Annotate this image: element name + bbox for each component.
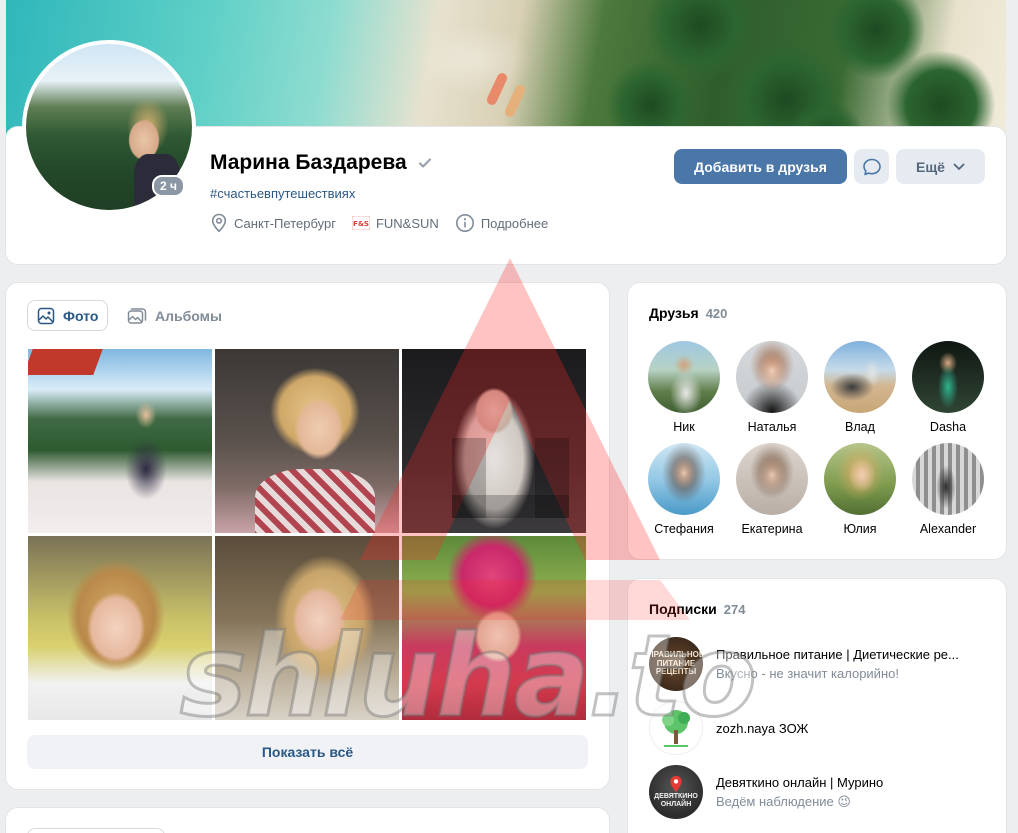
avatar — [912, 443, 984, 515]
photo-thumbnail[interactable] — [215, 349, 399, 533]
community-avatar: ПРАВИЛЬНОЕ ПИТАНИЕ РЕЦЕПТЫ — [649, 637, 703, 691]
community-logo-text: ПРАВИЛЬНОЕ ПИТАНИЕ РЕЦЕПТЫ — [649, 649, 703, 677]
profile-status[interactable]: #счастьевпутешествиях — [210, 186, 355, 201]
photo-grid — [28, 349, 587, 720]
more-info-label: Подробнее — [480, 215, 549, 231]
community-avatar — [649, 701, 703, 755]
info-workplace[interactable]: F&S FUN&SUN — [351, 215, 439, 231]
friends-title: Друзья — [649, 305, 699, 321]
photo-thumbnail[interactable] — [402, 536, 586, 720]
add-friend-button[interactable]: Добавить в друзья — [674, 149, 847, 184]
info-icon — [455, 214, 474, 232]
photo-thumbnail[interactable] — [28, 536, 212, 720]
albums-icon — [127, 307, 147, 324]
friend-item[interactable]: Екатерина — [728, 443, 816, 536]
show-all-photos-button[interactable]: Показать всё — [27, 735, 588, 769]
photos-card: Фото Альбомы Показать всё — [6, 283, 609, 789]
friends-card: Друзья 420 Ник Наталья Влад Dasha Стефан… — [628, 283, 1006, 559]
avatar — [736, 341, 808, 413]
message-bubble-icon — [862, 158, 881, 175]
photo-thumbnail[interactable] — [402, 349, 586, 533]
avatar — [736, 443, 808, 515]
friends-count: 420 — [705, 306, 728, 321]
company-logo-icon: F&S — [351, 216, 370, 230]
subscriptions-count: 274 — [723, 602, 746, 617]
subscription-item[interactable]: ПРАВИЛЬНОЕ ПИТАНИЕ РЕЦЕПТЫ Правильное пи… — [649, 637, 989, 691]
profile-info-row: Санкт-Петербург F&S FUN&SUN Подробнее — [210, 213, 548, 233]
subscription-name: Девяткино онлайн | Мурино — [716, 774, 884, 790]
more-button[interactable]: Ещё — [896, 149, 985, 184]
photo-thumbnail[interactable] — [28, 349, 212, 533]
subscription-item[interactable]: zozh.naya ЗОЖ — [649, 701, 989, 755]
photo-icon — [37, 307, 55, 324]
info-city[interactable]: Санкт-Петербург — [210, 213, 336, 233]
subscription-item[interactable]: ДЕВЯТКИНО ОНЛАЙН Девяткино онлайн | Мури… — [649, 765, 989, 819]
friend-item[interactable]: Alexander — [904, 443, 992, 536]
friend-item[interactable]: Стефания — [640, 443, 728, 536]
cover-boat — [503, 83, 527, 119]
avatar — [824, 443, 896, 515]
tree-logo-icon — [662, 710, 690, 747]
friend-name: Наталья — [747, 420, 797, 434]
friend-name: Влад — [845, 420, 875, 434]
chevron-down-icon — [953, 163, 965, 170]
tab-photos[interactable]: Фото — [27, 300, 109, 331]
friends-grid: Ник Наталья Влад Dasha Стефания Екатерин… — [640, 341, 992, 536]
subscriptions-header[interactable]: Подписки 274 — [649, 601, 745, 617]
last-seen-badge: 2 ч — [152, 175, 185, 197]
subscriptions-title: Подписки — [649, 601, 717, 617]
avatar — [648, 341, 720, 413]
wall-card — [6, 808, 609, 833]
friend-name: Екатерина — [741, 522, 803, 536]
info-more[interactable]: Подробнее — [455, 213, 548, 233]
location-pin-icon — [670, 776, 682, 793]
profile-name: Марина Баздарева — [210, 151, 407, 174]
tab-albums[interactable]: Альбомы — [118, 300, 231, 331]
city-label: Санкт-Петербург — [234, 215, 336, 231]
tab-albums-label: Альбомы — [155, 307, 222, 324]
community-avatar: ДЕВЯТКИНО ОНЛАЙН — [649, 765, 703, 819]
message-button[interactable] — [854, 149, 889, 184]
subscription-name: Правильное питание | Диетические ре... — [716, 647, 959, 662]
check-icon — [418, 158, 431, 168]
workplace-label: FUN&SUN — [375, 215, 439, 231]
photo-thumbnail[interactable] — [215, 536, 399, 720]
location-pin-icon — [211, 213, 227, 233]
community-logo-text: ДЕВЯТКИНО ОНЛАЙН — [654, 793, 698, 808]
friend-name: Alexander — [919, 522, 977, 536]
avatar — [648, 443, 720, 515]
subscription-desc: Вкусно - не значит калорийно! — [716, 666, 899, 681]
tab-photos-label: Фото — [63, 307, 99, 324]
subscription-desc: Ведём наблюдение 😉 — [716, 793, 851, 809]
friend-name: Стефания — [654, 522, 714, 536]
wall-tab[interactable] — [27, 828, 165, 833]
name-row: Марина Баздарева — [210, 151, 433, 175]
friend-name: Dasha — [929, 420, 967, 434]
subscriptions-card: Подписки 274 ПРАВИЛЬНОЕ ПИТАНИЕ РЕЦЕПТЫ … — [628, 579, 1006, 833]
friend-item[interactable]: Наталья — [728, 341, 816, 434]
friend-name: Ник — [673, 420, 695, 434]
avatar — [912, 341, 984, 413]
friend-item[interactable]: Юлия — [816, 443, 904, 536]
subscription-name: zozh.naya ЗОЖ — [716, 720, 809, 736]
more-button-label: Ещё — [916, 158, 945, 175]
friend-item[interactable]: Dasha — [904, 341, 992, 434]
avatar — [824, 341, 896, 413]
friend-item[interactable]: Ник — [640, 341, 728, 434]
cover-boat — [485, 71, 509, 107]
svg-text:F&S: F&S — [353, 220, 369, 228]
friend-name: Юлия — [843, 522, 877, 536]
friends-header[interactable]: Друзья 420 — [649, 305, 727, 321]
friend-item[interactable]: Влад — [816, 341, 904, 434]
